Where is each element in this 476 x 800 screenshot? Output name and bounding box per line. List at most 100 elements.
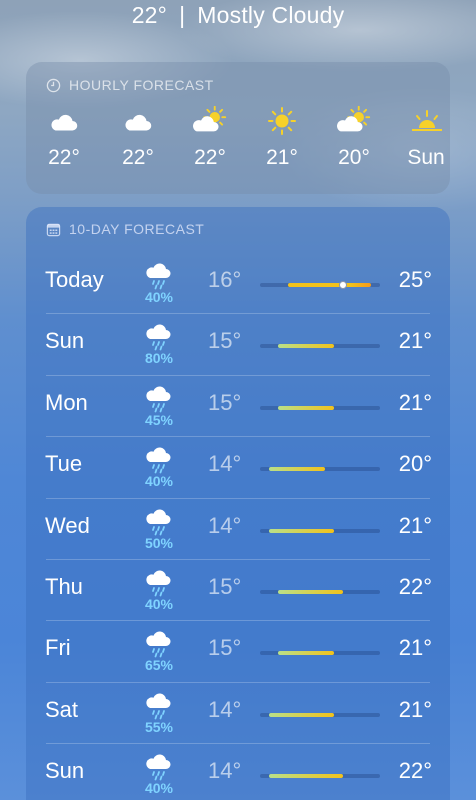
hourly-forecast-card[interactable]: HOURLY FORECAST 22° 22° 22° 21° 20° Sun [26,62,450,194]
temp-range-fill [269,712,334,717]
day-label: Thu [45,574,83,599]
clock-icon [46,78,61,92]
precip-chance: 55% [144,718,174,735]
ten-day-forecast-card[interactable]: 10-DAY FORECAST Today 40% 16° 25° Sun 80% 15° 2… [26,207,450,800]
temp-range-bar [260,405,380,410]
sunset-icon [396,106,450,136]
rain-cloud-icon [144,506,174,536]
temp-range-fill [278,590,344,594]
day-label: Fri [45,635,71,661]
rain-cloud-icon [144,628,174,658]
hourly-item-label: 22° [194,146,226,169]
high-temp: 21° [398,389,432,415]
hourly-item-label: Sun [407,146,445,169]
low-temp: 15° [208,574,242,599]
day-label: Wed [45,512,90,538]
current-summary: 22° | Mostly Cloudy [0,2,476,29]
hourly-item: 21° [252,106,312,170]
forecast-day-row[interactable]: Sun 80% 15° 21° [26,314,450,375]
low-temp: 15° [208,389,242,415]
temp-range-fill [269,528,334,533]
precip-chance: 40% [144,289,174,305]
day-label: Mon [45,389,88,415]
forecast-day-row[interactable]: Tue 40% 14° 20° [26,437,450,498]
hourly-item: 20° [324,106,384,170]
rain-cloud-icon [144,690,174,720]
sun-icon [252,106,312,136]
temp-range-fill [269,774,344,779]
precip-chance: 40% [144,780,174,797]
rain-cloud-icon [144,321,174,351]
day-label: Tue [45,451,83,477]
rain-cloud-icon [144,383,174,413]
hourly-item-label: 20° [338,146,370,169]
precip-chance: 65% [144,657,174,674]
forecast-day-row[interactable]: Wed 50% 14° 21° [26,499,450,560]
temp-range-fill [278,651,334,656]
partly-sunny-icon [324,106,384,136]
ten-day-forecast-title: 10-DAY FORECAST [69,221,205,237]
precip-chance: 40% [144,473,174,490]
day-label: Today [45,267,104,292]
summary-separator: | [179,2,186,28]
temp-range-bar [260,651,380,656]
temp-range-bar [260,281,380,289]
hourly-item-label: 22° [48,146,80,169]
temp-range-bar [260,344,380,349]
hourly-item-label: 22° [122,146,154,169]
current-temp-marker [339,281,348,289]
forecast-day-row[interactable]: Today 40% 16° 25° [26,253,450,314]
temp-range-bar [260,467,380,472]
precip-chance: 50% [144,534,174,551]
current-condition: Mostly Cloudy [197,2,345,28]
high-temp: 20° [398,451,432,477]
hourly-item: 22° [180,106,240,170]
forecast-day-row[interactable]: Sun 40% 14° 22° [26,744,450,800]
hourly-forecast-title: HOURLY FORECAST [69,77,214,93]
current-temp: 22° [131,2,168,28]
low-temp: 14° [208,758,242,784]
precip-chance: 40% [144,596,174,612]
low-temp: 16° [208,267,242,292]
rain-cloud-icon [144,260,174,290]
high-temp: 21° [398,512,432,538]
forecast-day-row[interactable]: Mon 45% 15° 21° [26,376,450,437]
low-temp: 14° [208,696,242,722]
temp-range-fill [278,344,334,349]
high-temp: 21° [398,328,432,354]
low-temp: 15° [208,328,242,354]
partly-sunny-icon [180,106,240,136]
temp-range-fill [278,405,334,410]
precip-chance: 80% [144,350,174,367]
hourly-item-label: 21° [266,146,298,169]
temp-range-fill [287,283,371,287]
temp-range-fill [269,467,325,472]
high-temp: 22° [398,574,432,599]
rain-cloud-icon [144,751,174,781]
high-temp: 21° [398,635,432,661]
hourly-item: Sun [396,106,450,170]
temp-range-bar [260,774,380,779]
precip-chance: 45% [144,411,174,428]
high-temp: 25° [398,267,432,292]
rain-cloud-icon [144,567,174,597]
ten-day-forecast-header: 10-DAY FORECAST [46,221,204,237]
forecast-day-row[interactable]: Sat 55% 14° 21° [26,683,450,744]
rain-cloud-icon [144,444,174,474]
forecast-day-row[interactable]: Fri 65% 15° 21° [26,621,450,682]
cloud-icon [108,106,168,136]
day-label: Sun [45,758,85,784]
temp-range-bar [260,712,380,717]
cloud-icon [34,106,94,136]
temp-range-bar [260,528,380,533]
forecast-day-row[interactable]: Thu 40% 15° 22° [26,560,450,621]
temp-range-bar [260,590,380,594]
low-temp: 14° [208,512,242,538]
low-temp: 14° [208,451,242,477]
hourly-forecast-header: HOURLY FORECAST [46,77,214,93]
calendar-icon [46,223,61,236]
hourly-item: 22° [34,106,94,170]
low-temp: 15° [208,635,242,661]
high-temp: 22° [398,758,432,784]
day-label: Sat [45,696,79,722]
